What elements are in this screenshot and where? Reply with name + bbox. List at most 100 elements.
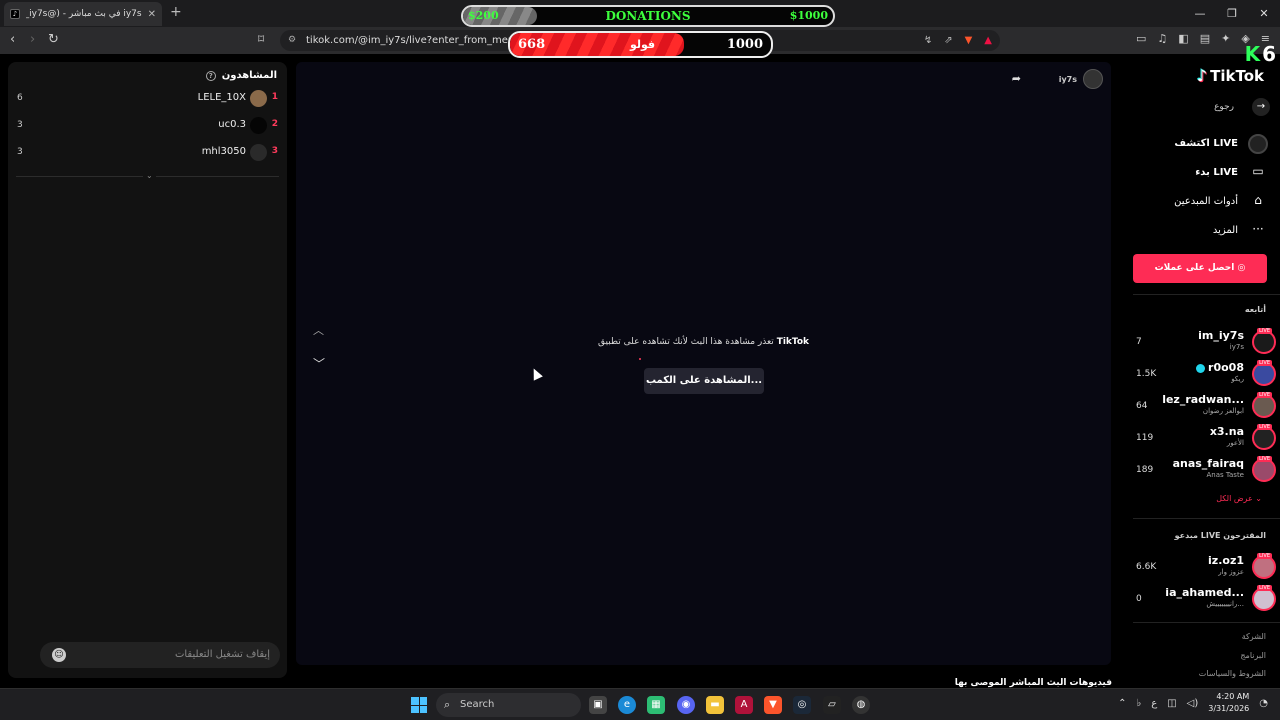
forward-icon[interactable]: › xyxy=(30,32,35,47)
viewer-count: 7 xyxy=(1136,337,1142,347)
host-info[interactable]: iy7s xyxy=(1059,69,1103,89)
volume-icon[interactable]: ◁) xyxy=(1187,698,1199,709)
viewer-row[interactable]: 3 uc0.3 2 xyxy=(8,116,287,138)
new-tab-button[interactable]: + xyxy=(170,4,182,20)
share-icon[interactable]: ⇗ xyxy=(944,30,952,51)
brave-rewards-icon[interactable]: ▲ xyxy=(984,30,992,51)
nav-start-live[interactable]: بدء LIVE xyxy=(1195,167,1238,178)
suggested-account[interactable]: 0 ia_ahamed... رانيييييييش... LIVE xyxy=(1121,585,1280,613)
back-icon[interactable]: ‹ xyxy=(10,32,15,47)
nav-creator-tools[interactable]: أدوات المبدعين xyxy=(1174,196,1238,207)
reload-icon[interactable]: ↻ xyxy=(48,32,59,47)
live-badge: LIVE xyxy=(1257,360,1272,366)
creator-tools-icon[interactable]: ⌂ xyxy=(1248,193,1268,207)
reader-icon[interactable]: ◧ xyxy=(1178,32,1188,45)
coin-icon: ◎ xyxy=(1237,263,1246,273)
more-icon[interactable]: ··· xyxy=(1248,222,1268,236)
emoji-icon[interactable]: ☺ xyxy=(52,648,66,662)
file-explorer-icon[interactable]: ▬ xyxy=(706,696,724,714)
windows-start-icon[interactable] xyxy=(411,697,427,713)
comment-input[interactable]: ☺ إيقاف تشغيل التعليقات xyxy=(40,642,280,668)
expand-chevron-icon[interactable]: ⌄ xyxy=(143,171,156,180)
clock[interactable]: 4:20 AM 3/31/2026 xyxy=(1208,691,1249,715)
back-link[interactable]: رجوع xyxy=(1214,102,1234,112)
wallet-icon[interactable]: ▤ xyxy=(1200,32,1210,45)
see-all-link[interactable]: عرض الكل ⌄ xyxy=(1216,494,1262,503)
unavailable-message: تعذر مشاهدة هذا البث لأنك تشاهده على تطب… xyxy=(296,337,1111,347)
divider xyxy=(1133,622,1280,623)
k6-overlay-logo: K 6 xyxy=(1245,43,1276,65)
app-icon[interactable]: A xyxy=(735,696,753,714)
chevron-up-icon[interactable]: ︿ xyxy=(313,322,324,338)
donations-title: DONATIONS xyxy=(605,9,691,23)
window-controls: — ❐ ✕ xyxy=(1184,0,1280,27)
microphone-icon[interactable]: ♭ xyxy=(1137,698,1142,709)
account-nickname: Anas Taste xyxy=(1206,471,1245,479)
live-stream-player[interactable]: iy7s ➦ ︿ ﹀ تعذر مشاهدة هذا البث لأنك تشا… xyxy=(296,62,1111,665)
app-icon[interactable]: ▦ xyxy=(647,696,665,714)
system-tray: ⌃ ♭ ع ◫ ◁) 4:20 AM 3/31/2026 ◔ xyxy=(1118,691,1268,715)
viewer-row[interactable]: 3 mhl3050 3 xyxy=(8,143,287,165)
translate-icon[interactable]: ↯ xyxy=(924,30,932,51)
viewer-score: 3 xyxy=(17,147,23,157)
network-icon[interactable]: ◫ xyxy=(1167,698,1176,709)
donations-goal: $1000 xyxy=(789,9,828,22)
viewer-count: 0 xyxy=(1136,594,1142,604)
language-indicator[interactable]: ع xyxy=(1151,698,1157,709)
brave-icon[interactable]: ▼ xyxy=(764,696,782,714)
tab-close-icon[interactable]: ✕ xyxy=(148,9,156,20)
account-name: ia_ahamed... xyxy=(1165,586,1244,599)
watch-on-computer-button[interactable]: المشاهدة على الكمب... xyxy=(644,368,764,394)
maximize-button[interactable]: ❐ xyxy=(1216,0,1248,27)
following-account[interactable]: 119 x3.na الأعور LIVE xyxy=(1121,424,1280,452)
close-window-button[interactable]: ✕ xyxy=(1248,0,1280,27)
media-icon[interactable]: ♫ xyxy=(1157,32,1167,45)
see-all-label: عرض الكل xyxy=(1216,494,1253,503)
info-icon[interactable]: ? xyxy=(205,70,216,81)
edge-icon[interactable]: e xyxy=(618,696,636,714)
footer-link-company[interactable]: الشركة xyxy=(1242,632,1266,641)
taskbar-search[interactable]: ⌕ Search xyxy=(436,693,581,717)
sidebar-toggle-icon[interactable]: ▭ xyxy=(1136,32,1146,45)
nav-more[interactable]: المزيد xyxy=(1213,225,1238,236)
obs-icon[interactable]: ◍ xyxy=(852,696,870,714)
steam-icon[interactable]: ◎ xyxy=(793,696,811,714)
share-icon[interactable]: ➦ xyxy=(1012,72,1021,85)
browser-tab[interactable]: ♪ iy7s في بث مباشر - (@im_iy7s) ✕ xyxy=(4,2,162,26)
get-coins-button[interactable]: احصل على عملات ◎ xyxy=(1133,254,1267,283)
store-icon[interactable]: ▣ xyxy=(589,696,607,714)
app-icon[interactable]: ▱ xyxy=(823,696,841,714)
nav-discover-live[interactable]: اكتشف LIVE xyxy=(1174,138,1238,149)
following-account[interactable]: 64 lez_radwan... ابوالعز رضوان LIVE xyxy=(1121,392,1280,420)
leo-icon[interactable]: ✦ xyxy=(1221,32,1230,45)
tiktok-favicon-icon: ♪ xyxy=(10,9,20,19)
discord-icon[interactable]: ◉ xyxy=(677,696,695,714)
back-arrow-icon[interactable]: → xyxy=(1252,98,1270,116)
live-badge: LIVE xyxy=(1257,392,1272,398)
suggested-account[interactable]: 6.6K iz.oz1 عزوز وار LIVE xyxy=(1121,553,1280,581)
logo-text: TikTok xyxy=(1210,66,1264,85)
brave-shield-icon[interactable]: ▼ xyxy=(965,30,973,51)
comment-placeholder: إيقاف تشغيل التعليقات xyxy=(174,649,270,660)
tiktok-note-icon: ♪ xyxy=(1196,66,1208,85)
video-camera-icon[interactable]: ▭ xyxy=(1248,164,1268,178)
account-nickname: ريكو xyxy=(1231,375,1244,383)
following-account[interactable]: 189 anas_fairaq Anas Taste LIVE xyxy=(1121,456,1280,484)
site-info-icon[interactable]: ⚙ xyxy=(288,30,296,51)
tiktok-logo[interactable]: ♪ TikTok xyxy=(1197,66,1264,85)
host-avatar[interactable] xyxy=(1083,69,1103,89)
discover-live-icon[interactable] xyxy=(1248,134,1268,154)
footer-link-program[interactable]: البرنامج xyxy=(1240,651,1266,660)
tab-title: iy7s في بث مباشر - (@im_iy7s) xyxy=(26,9,142,19)
following-account[interactable]: 1.5K r0o08 ريكو LIVE xyxy=(1121,360,1280,388)
viewer-name: mhl3050 xyxy=(201,146,246,157)
following-account[interactable]: 7 im_iy7s iy7s LIVE xyxy=(1121,328,1280,356)
chevron-up-icon[interactable]: ⌃ xyxy=(1118,698,1126,709)
minimize-button[interactable]: — xyxy=(1184,0,1216,27)
viewer-row[interactable]: 6 LELE_10X 1 xyxy=(8,89,287,111)
chevron-down-icon[interactable]: ﹀ xyxy=(313,355,325,372)
viewers-panel: ? المشاهدون 6 LELE_10X 1 3 uc0.3 2 3 mhl… xyxy=(8,62,287,678)
footer-link-terms[interactable]: الشروط والسياسات xyxy=(1199,669,1266,678)
notification-icon[interactable]: ◔ xyxy=(1259,698,1268,709)
bookmark-icon[interactable]: ⌑ xyxy=(258,32,264,46)
